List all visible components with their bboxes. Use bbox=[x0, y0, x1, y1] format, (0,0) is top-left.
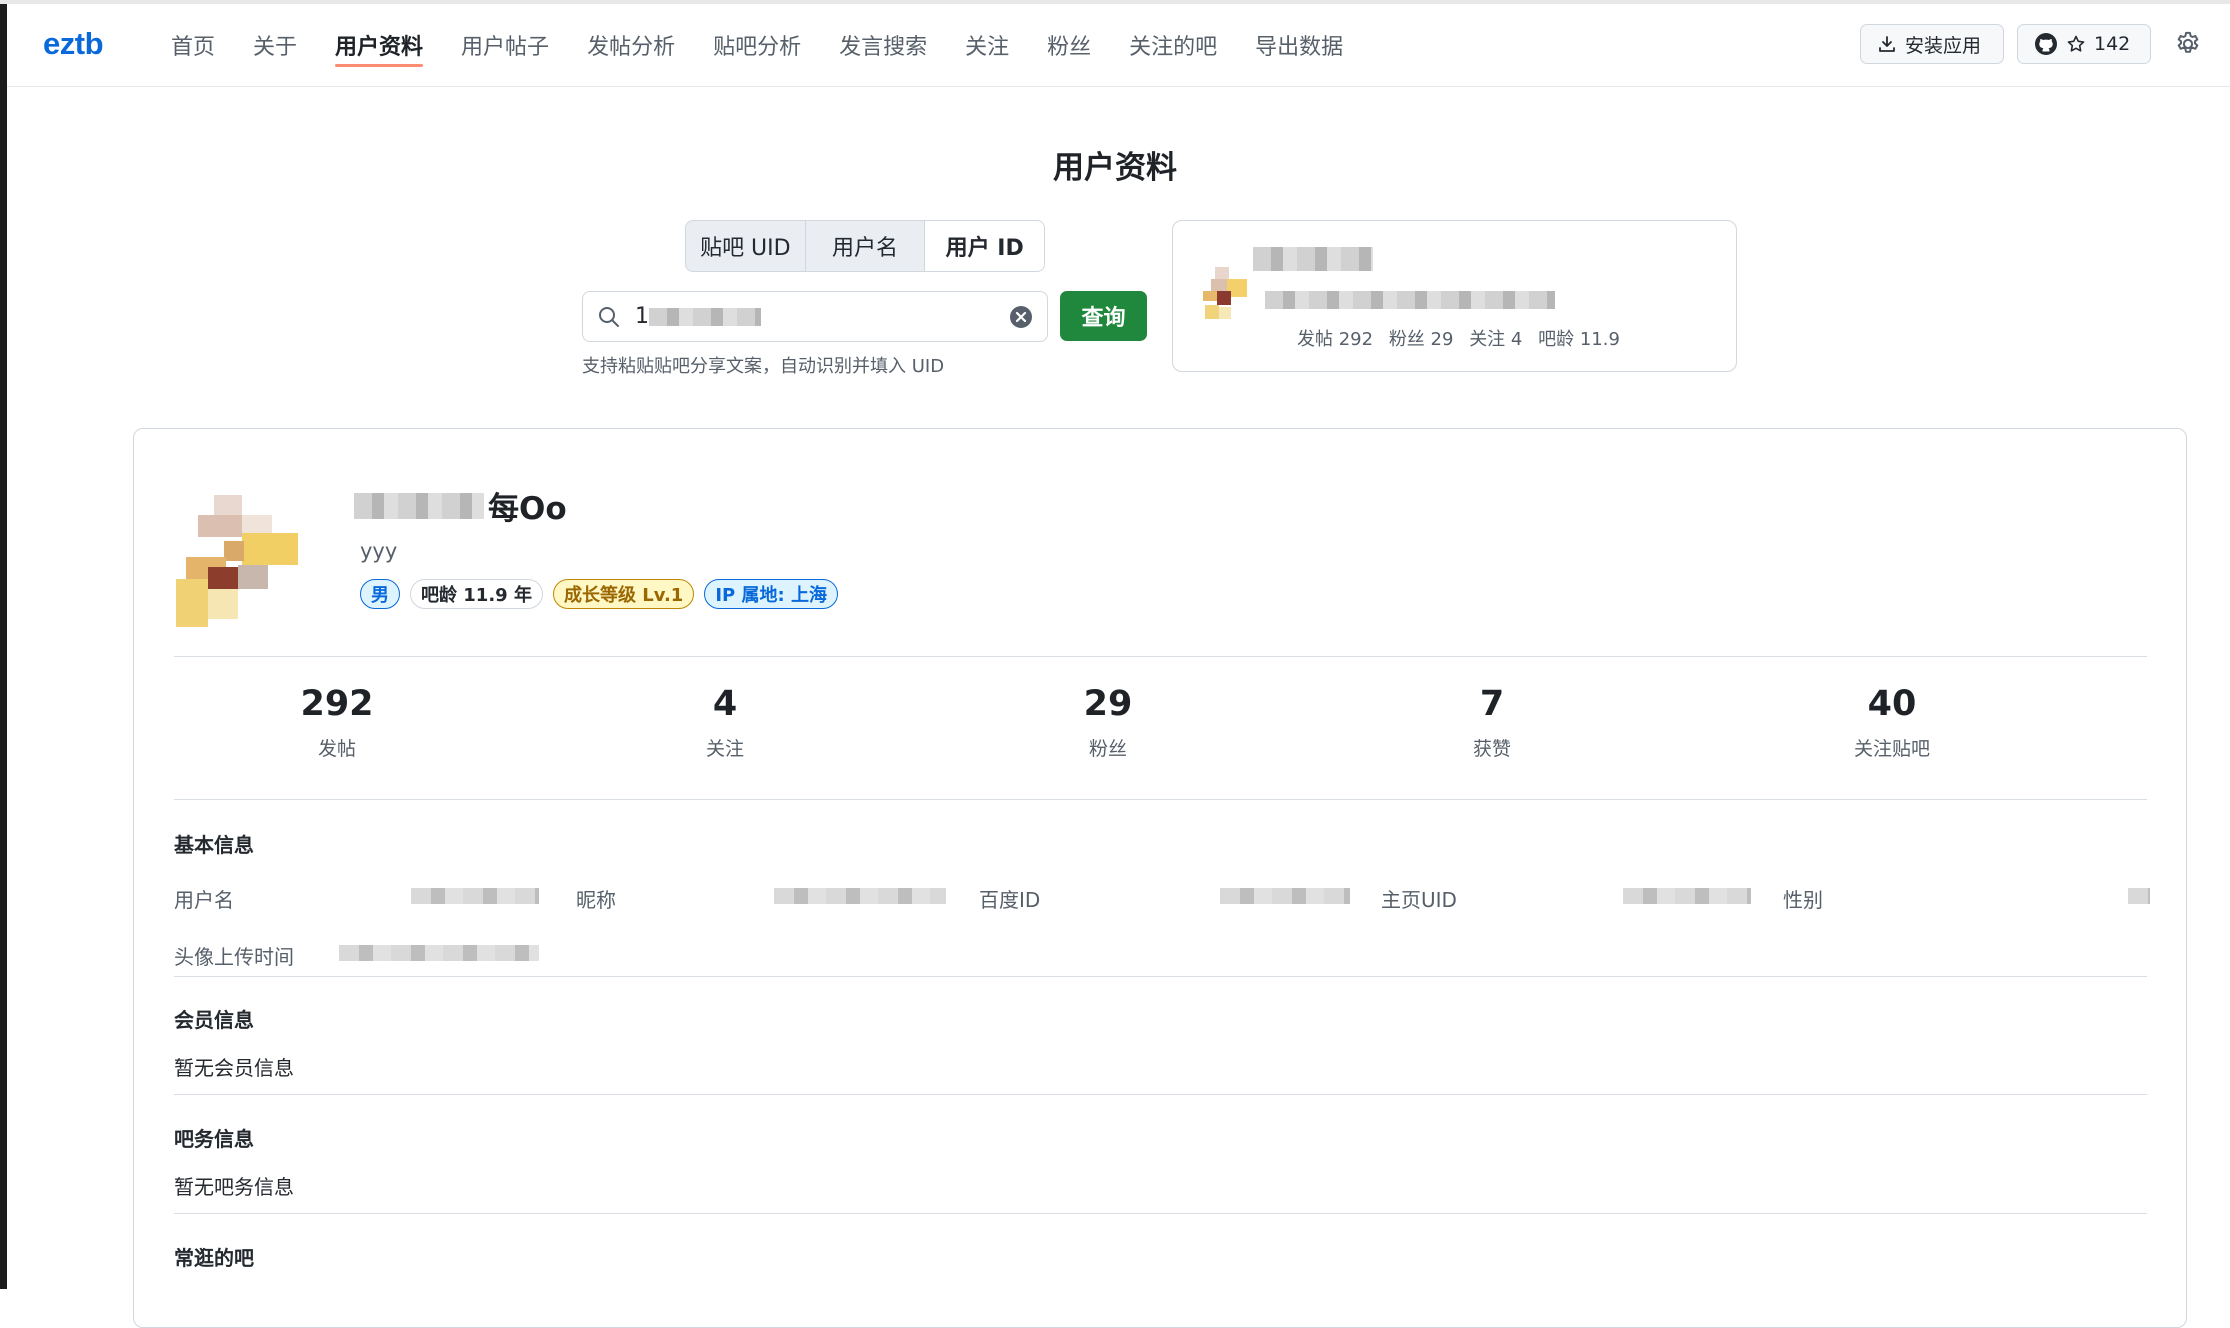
nav-item-about[interactable]: 关于 bbox=[253, 29, 297, 61]
mode-user-id[interactable]: 用户 ID bbox=[925, 221, 1044, 271]
redacted-preview-subtitle bbox=[1265, 291, 1555, 309]
stat-following-value: 4 bbox=[712, 684, 738, 724]
label-avatar-upload-time: 头像上传时间 bbox=[174, 945, 294, 969]
nav-item-user-posts[interactable]: 用户帖子 bbox=[461, 29, 549, 61]
divider-top bbox=[174, 656, 2147, 657]
user-search-input[interactable]: 1 bbox=[582, 291, 1048, 342]
clear-input-icon[interactable] bbox=[1008, 304, 1034, 330]
nav-item-followed-forums[interactable]: 关注的吧 bbox=[1129, 29, 1217, 61]
redacted-username bbox=[354, 492, 484, 519]
stat-followed-forums-label: 关注贴吧 bbox=[1853, 738, 1930, 760]
divider-moderator bbox=[174, 1213, 2147, 1214]
query-button[interactable]: 查询 bbox=[1060, 291, 1147, 341]
nav-item-user-profile[interactable]: 用户资料 bbox=[335, 29, 424, 67]
label-baidu-id: 百度ID bbox=[979, 888, 1041, 912]
user-name-row: 每Oo bbox=[354, 483, 567, 528]
stat-following[interactable]: 4 关注 bbox=[625, 684, 825, 761]
search-icon bbox=[599, 307, 619, 327]
stat-following-label: 关注 bbox=[705, 738, 744, 760]
member-info-empty: 暂无会员信息 bbox=[174, 1056, 294, 1080]
search-value: 1 bbox=[635, 304, 649, 329]
stat-likes-label: 获赞 bbox=[1472, 738, 1511, 760]
top-nav: eztb 首页 关于 用户资料 用户帖子 发帖分析 贴吧分析 发言搜索 关注 粉… bbox=[7, 4, 2230, 87]
label-gender: 性别 bbox=[1783, 888, 1823, 912]
divider-member bbox=[174, 1094, 2147, 1095]
nav-item-post-analysis[interactable]: 发帖分析 bbox=[587, 29, 675, 61]
stat-posts[interactable]: 292 发帖 bbox=[237, 684, 437, 761]
redacted-username-value bbox=[411, 888, 539, 904]
badge-forum-age: 吧龄 11.9 年 bbox=[410, 579, 543, 609]
nav-item-following[interactable]: 关注 bbox=[965, 29, 1009, 61]
star-count: 142 bbox=[2094, 33, 2131, 55]
stat-posts-label: 发帖 bbox=[317, 738, 356, 760]
redacted-nickname-value bbox=[774, 888, 946, 904]
preview-following: 关注 4 bbox=[1469, 329, 1523, 350]
moderator-info-title: 吧务信息 bbox=[174, 1127, 254, 1151]
divider-basic bbox=[174, 976, 2147, 977]
preview-avatar bbox=[1203, 267, 1247, 319]
mode-username[interactable]: 用户名 bbox=[806, 221, 926, 271]
search-mode-switch: 贴吧 UID 用户名 用户 ID bbox=[685, 220, 1045, 272]
mode-tieba-uid[interactable]: 贴吧 UID bbox=[686, 221, 806, 271]
stat-fans-value: 29 bbox=[1083, 684, 1133, 724]
preview-stats: 发帖 292 粉丝 29 关注 4 吧龄 11.9 bbox=[1297, 325, 1630, 351]
label-username: 用户名 bbox=[174, 888, 234, 912]
logo[interactable]: eztb bbox=[43, 26, 104, 62]
label-nickname: 昵称 bbox=[576, 888, 616, 912]
user-name: 每Oo bbox=[488, 491, 567, 527]
nav-item-forum-analysis[interactable]: 贴吧分析 bbox=[713, 29, 801, 61]
badge-growth-level: 成长等级 Lv.1 bbox=[552, 579, 695, 609]
window-edge bbox=[0, 0, 7, 1289]
preview-fans: 粉丝 29 bbox=[1388, 329, 1454, 350]
user-badges: 男 吧龄 11.9 年 成长等级 Lv.1 IP 属地: 上海 bbox=[360, 579, 848, 609]
user-avatar bbox=[168, 471, 328, 631]
stat-fans[interactable]: 29 粉丝 bbox=[1008, 684, 1208, 761]
user-preview-card[interactable]: 发帖 292 粉丝 29 关注 4 吧龄 11.9 bbox=[1172, 220, 1737, 372]
redacted-avatar-time-value bbox=[339, 945, 539, 961]
frequent-forums-title: 常逛的吧 bbox=[174, 1246, 254, 1270]
stat-likes-value: 7 bbox=[1479, 684, 1505, 724]
nav-item-home[interactable]: 首页 bbox=[171, 29, 215, 61]
nav-item-fans[interactable]: 粉丝 bbox=[1047, 29, 1091, 61]
stat-fans-label: 粉丝 bbox=[1088, 738, 1127, 760]
profile-card: 每Oo yyy 男 吧龄 11.9 年 成长等级 Lv.1 IP 属地: 上海 … bbox=[133, 428, 2187, 1328]
label-home-uid: 主页UID bbox=[1381, 888, 1457, 912]
divider-stats bbox=[174, 799, 2147, 800]
stat-likes[interactable]: 7 获赞 bbox=[1392, 684, 1592, 761]
nav-menu: 首页 关于 用户资料 用户帖子 发帖分析 贴吧分析 发言搜索 关注 粉丝 关注的… bbox=[171, 4, 1381, 86]
redacted-home-uid-value bbox=[1623, 888, 1751, 904]
install-app-label: 安装应用 bbox=[1905, 34, 1982, 57]
stat-followed-forums-value: 40 bbox=[1867, 684, 1917, 724]
page-title: 用户资料 bbox=[1053, 150, 1177, 186]
moderator-info-empty: 暂无吧务信息 bbox=[174, 1175, 294, 1199]
star-icon bbox=[2067, 35, 2085, 52]
member-info-title: 会员信息 bbox=[174, 1008, 254, 1032]
user-bio: yyy bbox=[360, 539, 398, 563]
download-icon bbox=[1879, 36, 1895, 52]
redacted-gender-value bbox=[2128, 888, 2150, 904]
github-star-button[interactable]: 142 bbox=[2017, 24, 2151, 64]
install-app-button[interactable]: 安装应用 bbox=[1860, 24, 2004, 64]
stat-posts-value: 292 bbox=[300, 684, 374, 724]
badge-gender: 男 bbox=[360, 579, 400, 609]
badge-ip-location: IP 属地: 上海 bbox=[704, 579, 838, 609]
preview-age: 吧龄 11.9 bbox=[1538, 329, 1620, 350]
nav-item-export-data[interactable]: 导出数据 bbox=[1255, 29, 1343, 61]
basic-info-title: 基本信息 bbox=[174, 833, 254, 857]
search-hint: 支持粘贴贴吧分享文案，自动识别并填入 UID bbox=[582, 356, 945, 377]
preview-posts: 发帖 292 bbox=[1297, 329, 1374, 350]
github-icon bbox=[2035, 33, 2057, 55]
redacted-preview-name bbox=[1253, 247, 1373, 271]
settings-gear-icon[interactable] bbox=[2174, 30, 2202, 58]
redacted-baidu-id-value bbox=[1220, 888, 1350, 904]
nav-item-speech-search[interactable]: 发言搜索 bbox=[839, 29, 927, 61]
stat-followed-forums[interactable]: 40 关注贴吧 bbox=[1792, 684, 1992, 761]
redacted-input-value bbox=[649, 308, 761, 326]
